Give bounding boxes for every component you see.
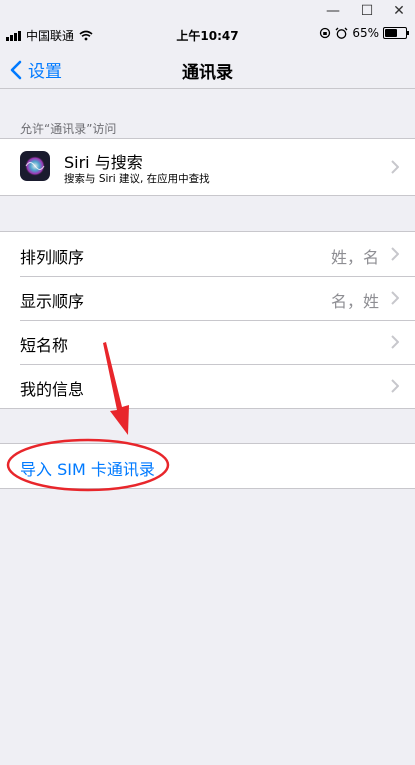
display-order-row[interactable]: 显示顺序 名，姓 [0, 276, 415, 320]
battery-percent: 65% [352, 26, 379, 40]
siri-icon [20, 151, 50, 181]
row-value: 名，姓 [330, 292, 379, 311]
row-value: 姓，名 [330, 248, 379, 267]
status-bar: 中国联通 上午10:47 65% [0, 22, 415, 48]
minimize-icon[interactable]: — [320, 2, 346, 20]
siri-title: Siri 与搜索 [64, 153, 143, 172]
battery-icon [383, 27, 409, 39]
sort-order-row[interactable]: 排列顺序 姓，名 [0, 232, 415, 276]
settings-group: 排列顺序 姓，名 显示顺序 名，姓 短名称 我的信息 [0, 231, 415, 409]
chevron-right-icon [391, 247, 399, 261]
import-group: 导入 SIM 卡通讯录 [0, 443, 415, 489]
section-header: 允许“通讯录”访问 [20, 122, 117, 136]
import-sim-contacts-button[interactable]: 导入 SIM 卡通讯录 [0, 444, 415, 488]
chevron-right-icon [391, 379, 399, 393]
siri-search-row[interactable]: Siri 与搜索 搜索与 Siri 建议, 在应用中查找 [0, 139, 415, 195]
siri-group: Siri 与搜索 搜索与 Siri 建议, 在应用中查找 [0, 138, 415, 196]
page-title: 通讯录 [182, 63, 233, 83]
maximize-icon[interactable]: ☐ [354, 2, 380, 20]
alarm-icon [335, 27, 348, 39]
row-label: 显示顺序 [20, 292, 85, 311]
siri-subtitle: 搜索与 Siri 建议, 在应用中查找 [64, 173, 210, 185]
chevron-right-icon [391, 291, 399, 305]
navigation-bar: 设置 通讯录 [0, 48, 415, 89]
chevron-right-icon [391, 335, 399, 349]
orientation-lock-icon [320, 27, 331, 39]
short-name-row[interactable]: 短名称 [0, 320, 415, 364]
row-label: 排列顺序 [20, 248, 85, 267]
row-label: 我的信息 [20, 380, 85, 399]
close-icon[interactable]: ✕ [386, 2, 412, 20]
window-titlebar: — ☐ ✕ [0, 0, 415, 22]
import-sim-label: 导入 SIM 卡通讯录 [20, 460, 155, 479]
my-info-row[interactable]: 我的信息 [0, 364, 415, 408]
row-label: 短名称 [20, 336, 69, 355]
chevron-right-icon [391, 160, 399, 174]
